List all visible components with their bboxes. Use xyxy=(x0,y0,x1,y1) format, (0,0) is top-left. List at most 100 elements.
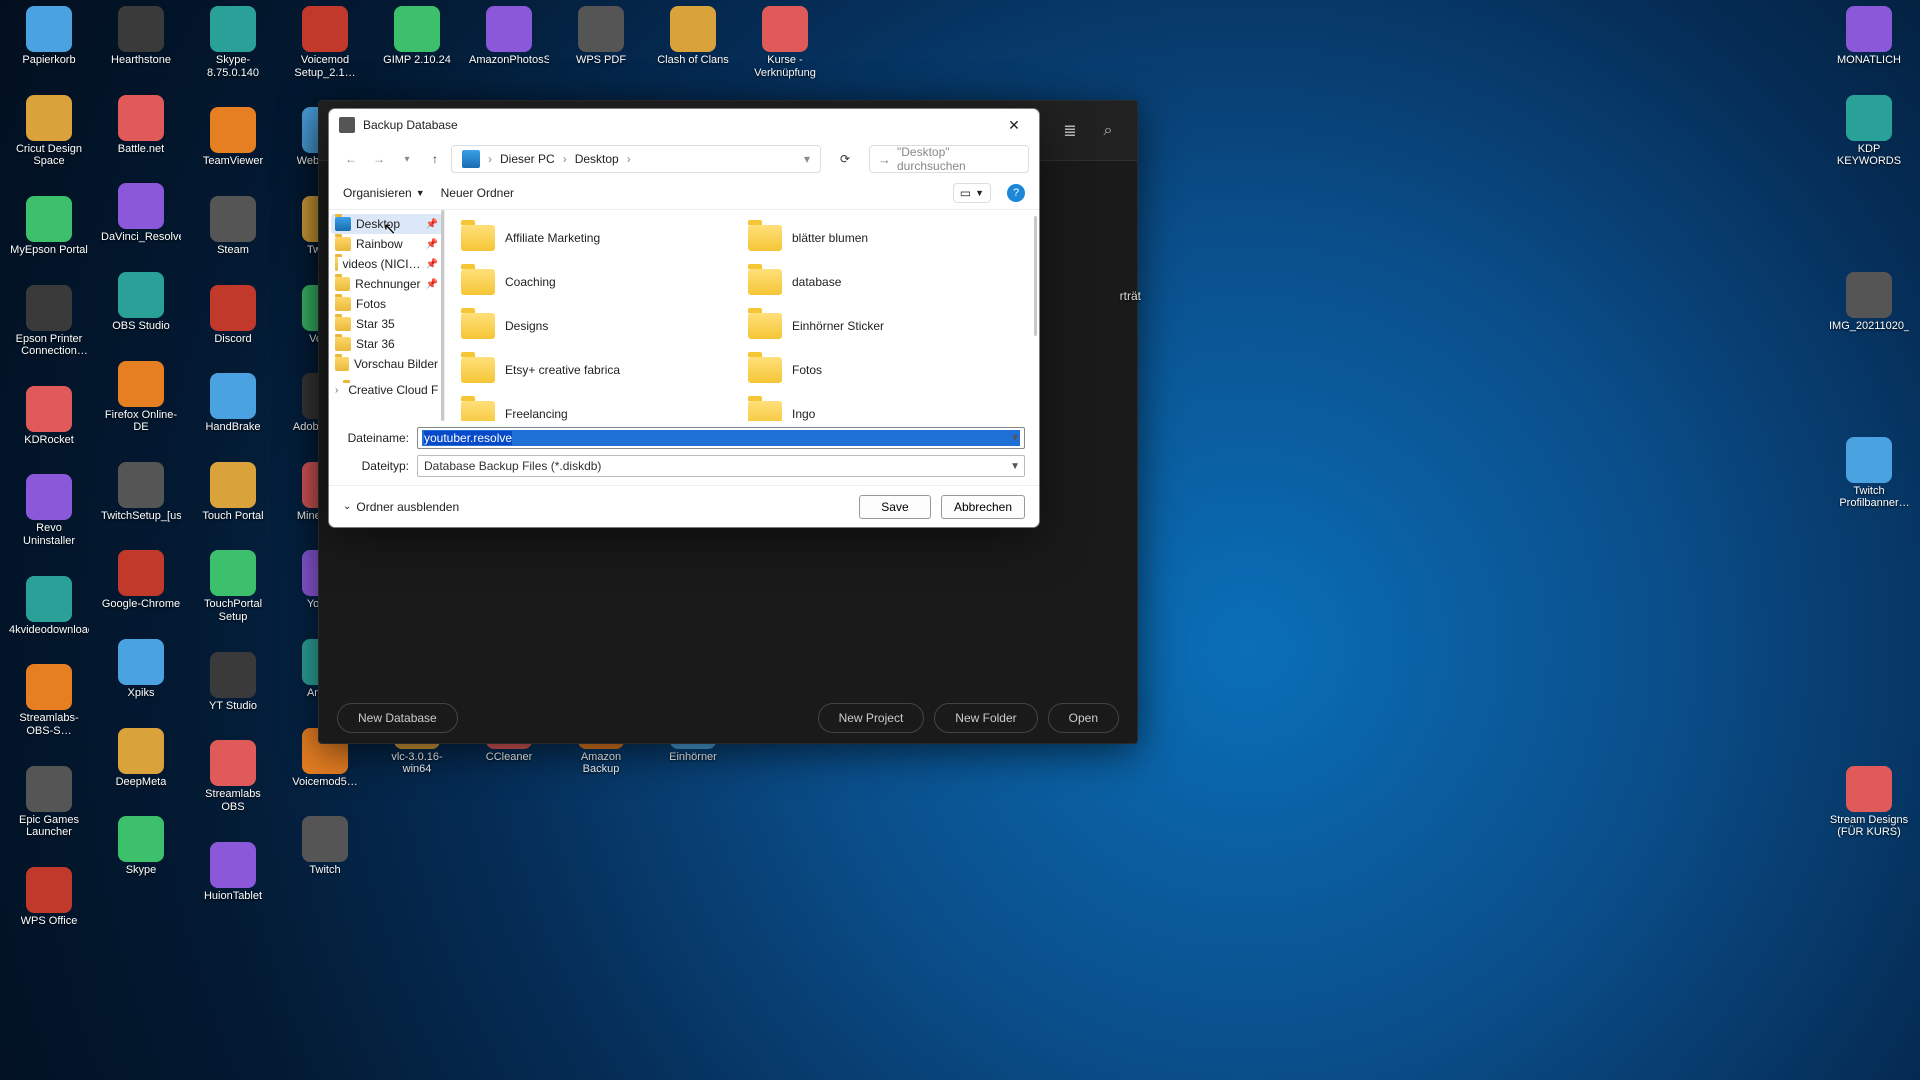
desktop-icon[interactable]: TwitchSetup_[usher… xyxy=(100,462,182,523)
folder-item[interactable]: Ingo xyxy=(742,392,1029,421)
open-button-pm[interactable]: Open xyxy=(1048,703,1119,733)
breadcrumb[interactable]: › Dieser PC › Desktop › ▾ xyxy=(451,145,821,173)
new-project-button[interactable]: New Project xyxy=(818,703,925,733)
close-button[interactable]: ✕ xyxy=(995,113,1033,137)
desktop-icon[interactable]: GIMP 2.10.24 xyxy=(376,6,458,67)
app-icon xyxy=(118,728,164,774)
desktop-icon[interactable]: OBS Studio xyxy=(100,272,182,333)
folder-item[interactable]: Freelancing xyxy=(455,392,742,421)
desktop-icon[interactable]: TouchPortal Setup xyxy=(192,550,274,623)
desktop-icon[interactable]: Hearthstone xyxy=(100,6,182,67)
desktop-icon[interactable]: Kurse - Verknüpfung xyxy=(744,6,826,79)
desktop-icon[interactable]: WPS PDF xyxy=(560,6,642,67)
folder-item[interactable]: Einhörner Sticker xyxy=(742,304,1029,348)
desktop-icon[interactable]: Voicemod Setup_2.1… xyxy=(284,6,366,79)
desktop-icon[interactable]: MyEpson Portal xyxy=(8,196,90,257)
folder-tree[interactable]: Desktop📌Rainbow📌videos (NICI…📌Rechnunger… xyxy=(329,210,445,421)
desktop-icon[interactable]: Twitch xyxy=(284,816,366,877)
tree-item[interactable]: Rainbow📌 xyxy=(331,234,442,254)
tree-item[interactable]: Star 36 xyxy=(331,334,442,354)
filename-text-input[interactable] xyxy=(422,430,1020,446)
desktop-icon[interactable]: Discord xyxy=(192,285,274,346)
desktop-icon[interactable]: Steam xyxy=(192,196,274,257)
tree-scrollbar[interactable] xyxy=(441,210,444,421)
desktop-icon[interactable]: Twitch Profilbanner template xyxy=(1828,437,1910,510)
organize-menu[interactable]: Organisieren ▼ xyxy=(343,186,425,200)
folder-icon xyxy=(748,313,782,339)
files-scrollbar[interactable] xyxy=(1034,216,1037,336)
desktop-icon[interactable]: KDRocket xyxy=(8,386,90,447)
filetype-select[interactable]: Database Backup Files (*.diskdb) ▼ xyxy=(417,455,1025,477)
tree-item[interactable]: Rechnunger📌 xyxy=(331,274,442,294)
folder-item[interactable]: Coaching xyxy=(455,260,742,304)
folder-item[interactable]: Designs xyxy=(455,304,742,348)
chevron-down-icon[interactable]: ▼ xyxy=(1010,461,1020,472)
desktop-icon[interactable]: Clash of Clans xyxy=(652,6,734,67)
folder-item[interactable]: Fotos xyxy=(742,348,1029,392)
new-folder-button[interactable]: Neuer Ordner xyxy=(441,186,514,200)
folder-item[interactable]: blätter blumen xyxy=(742,216,1029,260)
tree-item[interactable]: videos (NICI…📌 xyxy=(331,254,442,274)
desktop-icon[interactable]: Cricut Design Space xyxy=(8,95,90,168)
desktop-icon[interactable]: WPS Office xyxy=(8,867,90,928)
desktop-icon[interactable]: Battle.net xyxy=(100,95,182,156)
folder-item[interactable]: Etsy+ creative fabrica xyxy=(455,348,742,392)
refresh-icon[interactable]: ⟳ xyxy=(833,147,857,171)
desktop-icon[interactable]: Skype-8.75.0.140 xyxy=(192,6,274,79)
desktop-icon[interactable]: 4kvideodownloade… xyxy=(8,576,90,637)
cancel-button[interactable]: Abbrechen xyxy=(941,495,1025,519)
desktop-icon[interactable]: Revo Uninstaller xyxy=(8,474,90,547)
new-folder-button-pm[interactable]: New Folder xyxy=(934,703,1037,733)
desktop-icon[interactable]: Stream Designs (FÜR KURS) xyxy=(1828,766,1910,839)
tree-item[interactable]: Star 35 xyxy=(331,314,442,334)
help-icon[interactable]: ? xyxy=(1007,184,1025,202)
desktop-icon[interactable]: DaVinci_Resolve_16… xyxy=(100,183,182,244)
tree-item[interactable]: Fotos xyxy=(331,294,442,314)
tree-item[interactable]: Vorschau Bilder xyxy=(331,354,442,374)
nav-up-icon[interactable]: ↑ xyxy=(423,147,447,171)
hide-folders-toggle[interactable]: ⌄ Ordner ausblenden xyxy=(343,500,459,514)
desktop-icon[interactable]: Epson Printer Connection Checker xyxy=(8,285,90,358)
desktop-icon[interactable]: Streamlabs OBS xyxy=(192,740,274,813)
desktop-icon[interactable]: Firefox Online-DE xyxy=(100,361,182,434)
tree-item-creative-cloud[interactable]: › Creative Cloud F xyxy=(331,380,442,400)
desktop-col-2: Skype-8.75.0.140 TeamViewer Steam Discord Ha… xyxy=(192,0,274,902)
new-database-button[interactable]: New Database xyxy=(337,703,458,733)
filename-input[interactable]: ▼ xyxy=(417,427,1025,449)
desktop-icon[interactable]: Xpiks xyxy=(100,639,182,700)
folder-item[interactable]: database xyxy=(742,260,1029,304)
desktop-icon-label: Skype-8.75.0.140 xyxy=(193,54,273,79)
desktop-icon[interactable]: Streamlabs-OBS-S… xyxy=(8,664,90,737)
nav-recent-dropdown-icon[interactable]: ▾ xyxy=(395,147,419,171)
save-button[interactable]: Save xyxy=(859,495,931,519)
desktop-icon[interactable]: TeamViewer xyxy=(192,107,274,168)
desktop-icon[interactable]: AmazonPhotosSetup xyxy=(468,6,550,67)
desktop-icon[interactable]: Touch Portal xyxy=(192,462,274,523)
view-mode-button[interactable]: ▭ ▼ xyxy=(953,183,991,203)
folder-item[interactable]: Affiliate Marketing xyxy=(455,216,742,260)
search-icon[interactable]: ⌕ xyxy=(1097,120,1119,142)
tree-item[interactable]: Desktop📌 xyxy=(331,214,442,234)
nav-back-icon[interactable]: ← xyxy=(339,147,363,171)
desktop-icon[interactable]: MONATLICH xyxy=(1828,6,1910,67)
file-list[interactable]: Affiliate Marketingblätter blumenCoachin… xyxy=(445,210,1039,421)
desktop-icon[interactable]: HandBrake xyxy=(192,373,274,434)
expand-icon[interactable]: › xyxy=(335,385,338,396)
desktop-icon[interactable]: Google-Chrome xyxy=(100,550,182,611)
breadcrumb-item[interactable]: Desktop xyxy=(571,150,623,168)
breadcrumb-item[interactable]: Dieser PC xyxy=(496,150,559,168)
desktop-icon[interactable]: Papierkorb xyxy=(8,6,90,67)
tree-label: Rechnunger xyxy=(355,277,420,291)
search-input[interactable]: → "Desktop" durchsuchen xyxy=(869,145,1029,173)
desktop-icon[interactable]: IMG_20211020_14031 xyxy=(1828,272,1910,333)
breadcrumb-dropdown-icon[interactable]: ▾ xyxy=(800,152,814,166)
desktop-icon[interactable]: Skype xyxy=(100,816,182,877)
chevron-down-icon[interactable]: ▼ xyxy=(1010,433,1020,444)
desktop-icon[interactable]: HuionTablet xyxy=(192,842,274,903)
desktop-icon[interactable]: DeepMeta xyxy=(100,728,182,789)
list-view-icon[interactable]: ≣ xyxy=(1059,120,1081,142)
desktop-icon[interactable]: Epic Games Launcher xyxy=(8,766,90,839)
nav-forward-icon[interactable]: → xyxy=(367,147,391,171)
desktop-icon[interactable]: KDP KEYWORDS xyxy=(1828,95,1910,168)
desktop-icon[interactable]: YT Studio xyxy=(192,652,274,713)
